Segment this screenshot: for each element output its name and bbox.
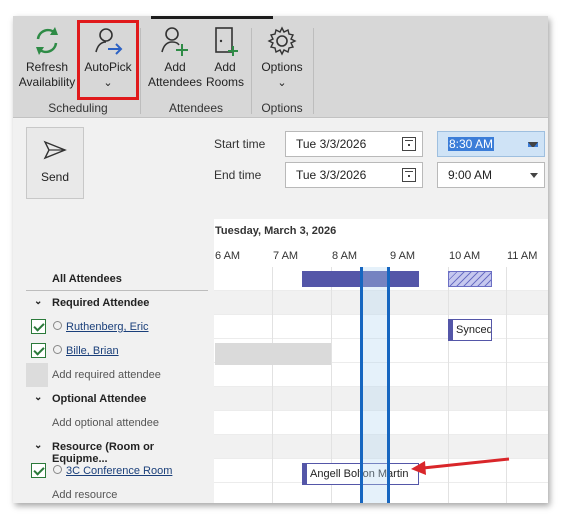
group-label-scheduling: Scheduling xyxy=(48,101,108,115)
add-resource-input[interactable]: Add resource xyxy=(52,489,117,501)
calendar-icon[interactable] xyxy=(402,137,416,151)
hour-gridline xyxy=(272,267,273,503)
unavailable-block xyxy=(215,343,331,365)
tentative-block xyxy=(448,271,492,287)
ribbon-tab-indicator xyxy=(151,16,273,19)
send-label: Send xyxy=(40,170,70,184)
group-separator xyxy=(140,28,141,114)
red-arrow-annotation xyxy=(411,457,510,475)
refresh-availability-button[interactable]: Refresh Availability xyxy=(17,24,77,90)
attendee-row: Bille, Brian xyxy=(26,339,208,363)
attendee-row: Ruthenberg, Eric xyxy=(26,315,208,339)
scheduling-content: Send Start time Tue 3/3/2026 8:30 AM End… xyxy=(13,119,548,503)
attendee-checkbox[interactable] xyxy=(31,319,46,334)
start-time-field[interactable]: 8:30 AM xyxy=(437,131,545,157)
synced-event-label: Synced xyxy=(456,324,492,336)
end-date-value: Tue 3/3/2026 xyxy=(296,168,367,182)
presence-icon xyxy=(53,465,62,474)
send-icon xyxy=(43,140,67,160)
presence-icon xyxy=(53,345,62,354)
start-time-label: Start time xyxy=(214,137,266,151)
schedule-grid[interactable]: Tuesday, March 3, 2026 6 AM 7 AM 8 AM 9 … xyxy=(214,219,548,503)
add-attendees-label: Add Attendees xyxy=(147,60,203,89)
all-attendees-label: All Attendees xyxy=(52,273,122,285)
placeholder-square xyxy=(26,363,48,387)
attendee-checkbox[interactable] xyxy=(31,343,46,358)
ribbon: Refresh Availability AutoPick ⌄ Add Atte… xyxy=(13,16,548,118)
hour-label: 9 AM xyxy=(390,250,416,262)
options-button[interactable]: Options ⌄ xyxy=(257,24,307,91)
send-button[interactable]: Send xyxy=(26,127,84,199)
resource-header[interactable]: ⌄ Resource (Room or Equipme... xyxy=(26,435,208,465)
resource-name[interactable]: 3C Conference Room xyxy=(66,465,172,477)
start-time-value: 8:30 AM xyxy=(448,137,495,151)
required-attendee-header-label: Required Attendee xyxy=(52,297,150,309)
presence-icon xyxy=(53,321,62,330)
selected-time-band[interactable] xyxy=(360,267,390,503)
chevron-down-icon[interactable] xyxy=(530,173,538,178)
add-required-row[interactable]: Add required attendee xyxy=(26,363,208,387)
add-rooms-label: Add Rooms xyxy=(205,60,244,89)
synced-event[interactable]: Synced xyxy=(448,319,492,341)
hour-label: 11 AM xyxy=(507,250,538,262)
grid-date-heading: Tuesday, March 3, 2026 xyxy=(215,225,337,237)
hour-label: 7 AM xyxy=(273,250,299,262)
chevron-down-icon[interactable]: ⌄ xyxy=(34,296,42,307)
chevron-down-icon[interactable] xyxy=(528,142,538,147)
options-label: Options xyxy=(261,60,303,74)
options-dropdown-caret[interactable]: ⌄ xyxy=(277,77,286,89)
end-time-value: 9:00 AM xyxy=(448,168,493,182)
group-label-options: Options xyxy=(261,101,303,115)
chevron-down-icon[interactable]: ⌄ xyxy=(34,440,42,451)
group-label-attendees: Attendees xyxy=(168,101,224,115)
resource-row: 3C Conference Room xyxy=(26,459,208,483)
start-date-value: Tue 3/3/2026 xyxy=(296,137,367,151)
autopick-highlight-box xyxy=(77,20,139,100)
add-resource-row[interactable]: Add resource xyxy=(26,483,208,503)
refresh-icon xyxy=(36,27,58,55)
gear-icon xyxy=(267,26,297,56)
end-time-field[interactable]: 9:00 AM xyxy=(437,162,545,188)
add-attendee-icon xyxy=(161,27,188,56)
group-separator xyxy=(313,28,314,114)
required-attendee-header[interactable]: ⌄ Required Attendee xyxy=(26,291,208,315)
chevron-down-icon[interactable]: ⌄ xyxy=(34,392,42,403)
refresh-availability-label: Refresh Availability xyxy=(18,60,76,89)
optional-attendee-header[interactable]: ⌄ Optional Attendee xyxy=(26,387,208,411)
end-date-field[interactable]: Tue 3/3/2026 xyxy=(285,162,423,188)
hour-label: 10 AM xyxy=(449,250,481,262)
calendar-icon[interactable] xyxy=(402,168,416,182)
end-time-label: End time xyxy=(214,168,262,182)
hour-label: 8 AM xyxy=(332,250,358,262)
add-required-input[interactable]: Add required attendee xyxy=(52,369,161,381)
scheduling-assistant-window: Refresh Availability AutoPick ⌄ Add Atte… xyxy=(13,16,548,503)
optional-attendee-header-label: Optional Attendee xyxy=(52,393,147,405)
add-optional-row[interactable]: Add optional attendee xyxy=(26,411,208,435)
start-date-field[interactable]: Tue 3/3/2026 xyxy=(285,131,423,157)
add-attendees-button[interactable]: Add Attendees xyxy=(147,24,203,90)
hour-label: 6 AM xyxy=(215,250,241,262)
add-optional-input[interactable]: Add optional attendee xyxy=(52,417,159,429)
resource-checkbox[interactable] xyxy=(31,463,46,478)
add-rooms-button[interactable]: Add Rooms xyxy=(205,24,245,90)
group-separator xyxy=(251,28,252,114)
attendee-list: All Attendees ⌄ Required Attendee Ruthen… xyxy=(26,267,208,503)
attendee-name[interactable]: Ruthenberg, Eric xyxy=(66,321,149,333)
attendee-name[interactable]: Bille, Brian xyxy=(66,345,119,357)
door-icon xyxy=(215,27,238,56)
all-attendees-row: All Attendees xyxy=(26,267,208,291)
